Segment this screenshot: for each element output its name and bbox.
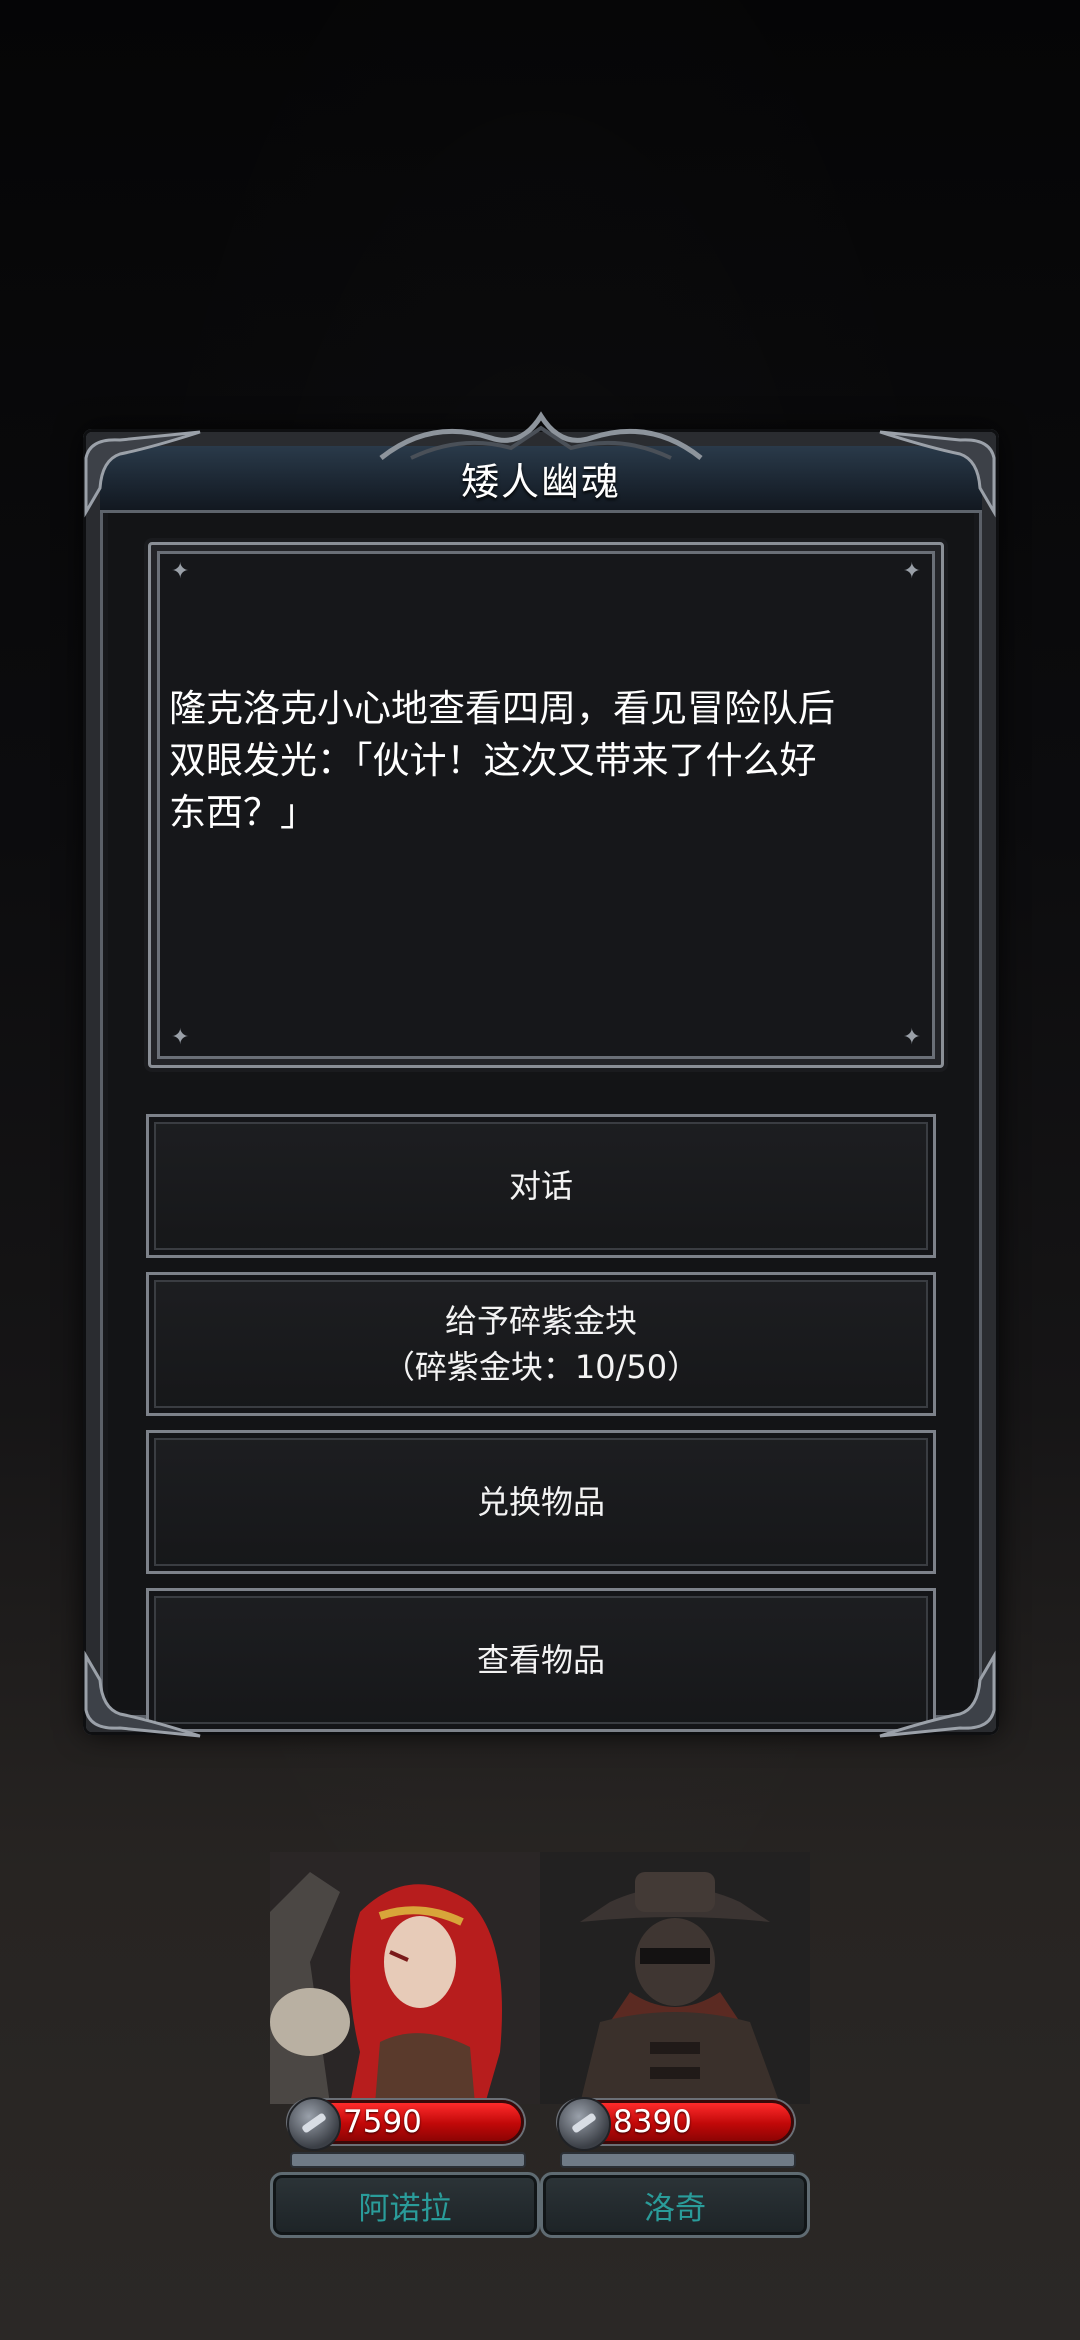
sword-shield-icon (287, 2097, 341, 2151)
option-label: 查看物品 (476, 1641, 605, 1679)
title-crest-ornament (371, 408, 711, 462)
option-label: 对话 (508, 1167, 573, 1205)
secondary-bar (290, 2152, 526, 2168)
hero-name-plate[interactable]: 阿诺拉 (270, 2172, 540, 2238)
hero-card-loki[interactable]: 8390 洛奇 (540, 1852, 810, 2240)
hp-value: 8390 (613, 2104, 692, 2140)
hero-card-anora[interactable]: 7590 阿诺拉 (270, 1852, 540, 2240)
hp-bar: 8390 (557, 2097, 794, 2151)
sparkle-icon: ✦ (171, 1025, 190, 1050)
option-talk-button[interactable]: 对话 (146, 1114, 936, 1258)
red-haired-warrior-portrait (270, 1852, 540, 2104)
option-sublabel: （碎紫金块：10/50） (382, 1348, 700, 1386)
sparkle-icon: ✦ (171, 559, 190, 584)
frame-corner-ornament (870, 1650, 1000, 1740)
dialog-text-panel: ✦ ✦ ✦ ✦ 隆克洛克小心地查看四周，看见冒险队后 双眼发光：「伙计！这次又带… (148, 542, 944, 1068)
dialog-text: 隆克洛克小心地查看四周，看见冒险队后 双眼发光：「伙计！这次又带来了什么好 东西… (169, 687, 835, 834)
option-give-item-button[interactable]: 给予碎紫金块 （碎紫金块：10/50） (146, 1272, 936, 1416)
secondary-bar (560, 2152, 796, 2168)
sparkle-icon: ✦ (902, 559, 921, 584)
hp-bar: 7590 (287, 2097, 524, 2151)
dialog-title-bar: 矮人幽魂 (100, 411, 982, 513)
option-exchange-button[interactable]: 兑换物品 (146, 1430, 936, 1574)
hp-value: 7590 (343, 2104, 422, 2140)
frame-corner-ornament (870, 428, 1000, 518)
masked-gunslinger-portrait (540, 1852, 810, 2104)
option-label: 给予碎紫金块 (444, 1302, 637, 1340)
frame-corner-ornament (80, 428, 210, 518)
option-view-items-button[interactable]: 查看物品 (146, 1588, 936, 1732)
sparkle-icon: ✦ (902, 1025, 921, 1050)
sword-shield-icon (557, 2097, 611, 2151)
dialog-window: 矮人幽魂 ✦ ✦ ✦ ✦ 隆克洛克小心地查看四周，看见冒险队后 双眼发光：「伙计… (83, 411, 999, 1735)
hero-name-plate[interactable]: 洛奇 (540, 2172, 810, 2238)
frame-corner-ornament (80, 1650, 210, 1740)
option-label: 兑换物品 (476, 1483, 605, 1521)
hero-name: 洛奇 (644, 2190, 706, 2227)
hero-name: 阿诺拉 (358, 2190, 452, 2227)
